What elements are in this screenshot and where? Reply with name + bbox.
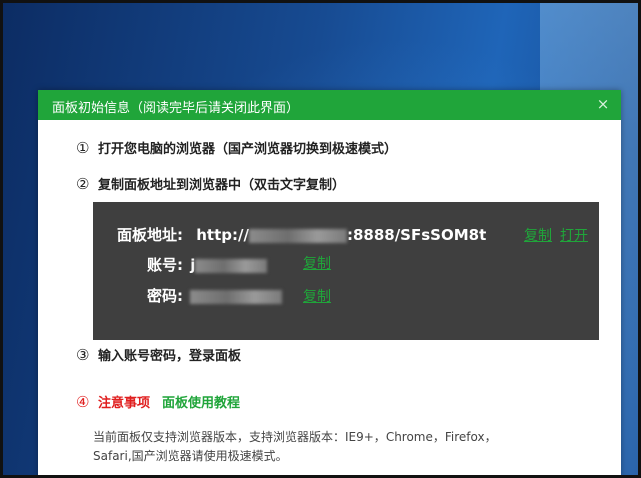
- address-suffix[interactable]: :8888/SFsSOM8t: [347, 226, 486, 244]
- address-label: 面板地址:: [117, 226, 183, 244]
- step-3-text: 输入账号密码，登录面板: [98, 349, 242, 364]
- step-3: ③ 输入账号密码，登录面板: [76, 345, 241, 364]
- browser-tip-line-1: 当前面板仅支持浏览器版本，支持浏览器版本：IE9+，Chrome，Firefox…: [93, 430, 497, 444]
- step-1-number: ①: [76, 139, 90, 157]
- address-row: 面板地址: http:// :8888/SFsSOM8t: [117, 224, 486, 245]
- step-2-number: ②: [76, 175, 90, 193]
- notice-warning: 注意事项: [98, 396, 151, 411]
- notice-row: ④ 注意事项 面板使用教程: [76, 392, 240, 411]
- account-redacted: [195, 258, 268, 273]
- password-redacted: [190, 289, 283, 304]
- account-row: 账号: j: [147, 254, 268, 275]
- dialog-titlebar: 面板初始信息（阅读完毕后请关闭此界面） ×: [38, 90, 621, 120]
- copy-address-link[interactable]: 复制: [524, 225, 552, 245]
- open-address-link[interactable]: 打开: [560, 225, 588, 245]
- panel-info-dialog: 面板初始信息（阅读完毕后请关闭此界面） × ① 打开您电脑的浏览器（国产浏览器切换…: [38, 90, 621, 478]
- copy-account-link[interactable]: 复制: [303, 253, 331, 273]
- password-label: 密码:: [147, 287, 183, 305]
- dialog-title: 面板初始信息（阅读完毕后请关闭此界面）: [52, 101, 300, 116]
- address-redacted: [248, 228, 347, 243]
- step-1: ① 打开您电脑的浏览器（国产浏览器切换到极速模式）: [76, 138, 397, 157]
- step-2: ② 复制面板地址到浏览器中（双击文字复制）: [76, 174, 345, 193]
- browser-tip-line-2: Safari,国产浏览器请使用极速模式。: [93, 449, 288, 463]
- step-4-number: ④: [76, 393, 90, 411]
- credentials-panel: 面板地址: http://:8888/SFsSOM8t 复制 打开 账号: j …: [93, 202, 599, 340]
- step-3-number: ③: [76, 346, 90, 364]
- close-icon[interactable]: ×: [595, 96, 611, 112]
- step-1-text: 打开您电脑的浏览器（国产浏览器切换到极速模式）: [98, 142, 398, 157]
- address-prefix[interactable]: http://: [196, 226, 249, 244]
- account-label: 账号:: [147, 256, 183, 274]
- tutorial-link[interactable]: 面板使用教程: [162, 396, 240, 411]
- step-2-text: 复制面板地址到浏览器中（双击文字复制）: [98, 178, 346, 193]
- browser-tip: 当前面板仅支持浏览器版本，支持浏览器版本：IE9+，Chrome，Firefox…: [93, 428, 593, 466]
- copy-password-link[interactable]: 复制: [303, 286, 331, 306]
- password-row: 密码:: [147, 285, 283, 306]
